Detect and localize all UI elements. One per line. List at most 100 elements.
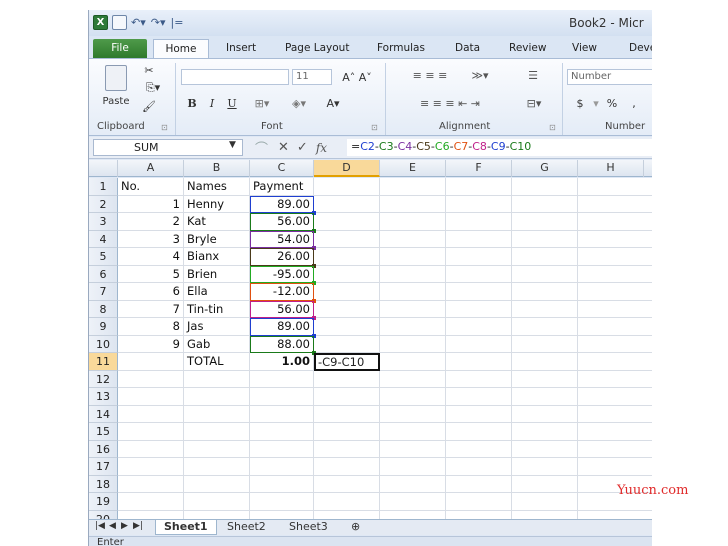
cell-c[interactable]: Payment <box>250 178 314 196</box>
bold-button[interactable]: B <box>185 95 199 111</box>
paste-button[interactable] <box>101 63 131 93</box>
cell-g[interactable] <box>512 300 578 318</box>
wrap-text-icon[interactable]: ☰ <box>523 67 543 83</box>
active-cell-editor[interactable]: -C9-C10 <box>314 353 380 371</box>
cell-g[interactable] <box>512 178 578 196</box>
cell-c[interactable]: 89.00 <box>250 318 314 336</box>
percent-button[interactable]: % <box>605 95 619 111</box>
row-header[interactable]: 14 <box>89 405 118 423</box>
cell-d[interactable] <box>314 318 380 336</box>
row-header[interactable]: 18 <box>89 475 118 493</box>
format-painter-icon[interactable]: 🖌 <box>141 99 157 113</box>
cell-b[interactable] <box>184 405 250 423</box>
cell-e[interactable] <box>380 353 446 371</box>
cell-b[interactable]: Jas <box>184 318 250 336</box>
cell-h[interactable] <box>578 195 652 213</box>
row-header[interactable]: 19 <box>89 493 118 511</box>
cell-d[interactable] <box>314 195 380 213</box>
cell-h[interactable] <box>578 423 652 441</box>
cell-g[interactable] <box>512 353 578 371</box>
cell-g[interactable] <box>512 283 578 301</box>
cell-b[interactable] <box>184 440 250 458</box>
cell-a[interactable]: 5 <box>118 265 184 283</box>
cell-g[interactable] <box>512 265 578 283</box>
cell-f[interactable] <box>446 405 512 423</box>
cell-d[interactable] <box>314 265 380 283</box>
cell-f[interactable] <box>446 370 512 388</box>
first-sheet-icon[interactable]: |◀ <box>95 521 105 531</box>
cell-f[interactable] <box>446 440 512 458</box>
cell-b[interactable] <box>184 423 250 441</box>
cell-a[interactable] <box>118 388 184 406</box>
italic-button[interactable]: I <box>205 95 219 111</box>
cell-h[interactable] <box>578 300 652 318</box>
cell-g[interactable] <box>512 248 578 266</box>
cell-a[interactable]: 8 <box>118 318 184 336</box>
row-header[interactable]: 1 <box>89 178 118 196</box>
orientation-icon[interactable]: ≫▾ <box>467 67 493 83</box>
name-box-dropdown-icon[interactable]: ▼ <box>229 140 236 150</box>
cell-e[interactable] <box>380 195 446 213</box>
tab-file[interactable]: File <box>93 39 147 58</box>
insert-function-icon[interactable]: fx <box>316 141 327 155</box>
row-header[interactable]: 10 <box>89 335 118 353</box>
cell-d[interactable] <box>314 458 380 476</box>
cell-f[interactable] <box>446 423 512 441</box>
sheet-tab-sheet2[interactable]: Sheet2 <box>219 520 274 535</box>
cell-d[interactable] <box>314 388 380 406</box>
last-sheet-icon[interactable]: ▶| <box>133 521 143 531</box>
cell-b[interactable]: Names <box>184 178 250 196</box>
cell-c[interactable]: 89.00 <box>250 195 314 213</box>
cell-c[interactable] <box>250 370 314 388</box>
cell-a[interactable]: 7 <box>118 300 184 318</box>
cell-f[interactable] <box>446 300 512 318</box>
font-launcher-icon[interactable]: ⊡ <box>371 123 378 132</box>
cell-c[interactable]: 56.00 <box>250 300 314 318</box>
cell-d[interactable] <box>314 370 380 388</box>
cell-e[interactable] <box>380 248 446 266</box>
cell-g[interactable] <box>512 440 578 458</box>
cell-c[interactable]: 26.00 <box>250 248 314 266</box>
cell-f[interactable] <box>446 458 512 476</box>
clipboard-launcher-icon[interactable]: ⊡ <box>161 123 168 132</box>
cell-b[interactable] <box>184 493 250 511</box>
column-header-g[interactable]: G <box>512 160 578 177</box>
sheet-tab-sheet1[interactable]: Sheet1 <box>155 520 217 535</box>
cell-d[interactable] <box>314 248 380 266</box>
cell-b[interactable]: Henny <box>184 195 250 213</box>
cell-h[interactable] <box>578 388 652 406</box>
cell-c[interactable]: -12.00 <box>250 283 314 301</box>
cell-e[interactable] <box>380 440 446 458</box>
cell-h[interactable] <box>578 265 652 283</box>
cell-f[interactable] <box>446 283 512 301</box>
cell-g[interactable] <box>512 405 578 423</box>
cell-d[interactable] <box>314 493 380 511</box>
currency-dropdown-icon[interactable]: ▾ <box>591 95 601 111</box>
cell-e[interactable] <box>380 458 446 476</box>
cell-c[interactable] <box>250 458 314 476</box>
cell-b[interactable]: Gab <box>184 335 250 353</box>
cell-a[interactable] <box>118 475 184 493</box>
cell-h[interactable] <box>578 440 652 458</box>
currency-button[interactable]: $ <box>573 95 587 111</box>
cell-h[interactable] <box>578 178 652 196</box>
cell-c[interactable]: -95.00 <box>250 265 314 283</box>
cancel-formula-icon[interactable]: ✕ <box>278 140 289 155</box>
cell-b[interactable]: TOTAL <box>184 353 250 371</box>
row-header[interactable]: 12 <box>89 370 118 388</box>
cell-h[interactable] <box>578 213 652 231</box>
cell-b[interactable] <box>184 458 250 476</box>
cell-f[interactable] <box>446 493 512 511</box>
cell-g[interactable] <box>512 335 578 353</box>
name-box[interactable]: SUM <box>93 139 243 156</box>
cell-a[interactable] <box>118 405 184 423</box>
row-header[interactable]: 13 <box>89 388 118 406</box>
customize-toolbar-icon[interactable]: |= <box>171 16 184 29</box>
tab-home[interactable]: Home <box>153 39 209 58</box>
cell-f[interactable] <box>446 230 512 248</box>
enter-formula-icon[interactable]: ✓ <box>297 140 308 155</box>
row-header[interactable]: 8 <box>89 300 118 318</box>
select-all-corner[interactable] <box>89 160 118 177</box>
cell-d[interactable] <box>314 440 380 458</box>
cell-h[interactable] <box>578 405 652 423</box>
